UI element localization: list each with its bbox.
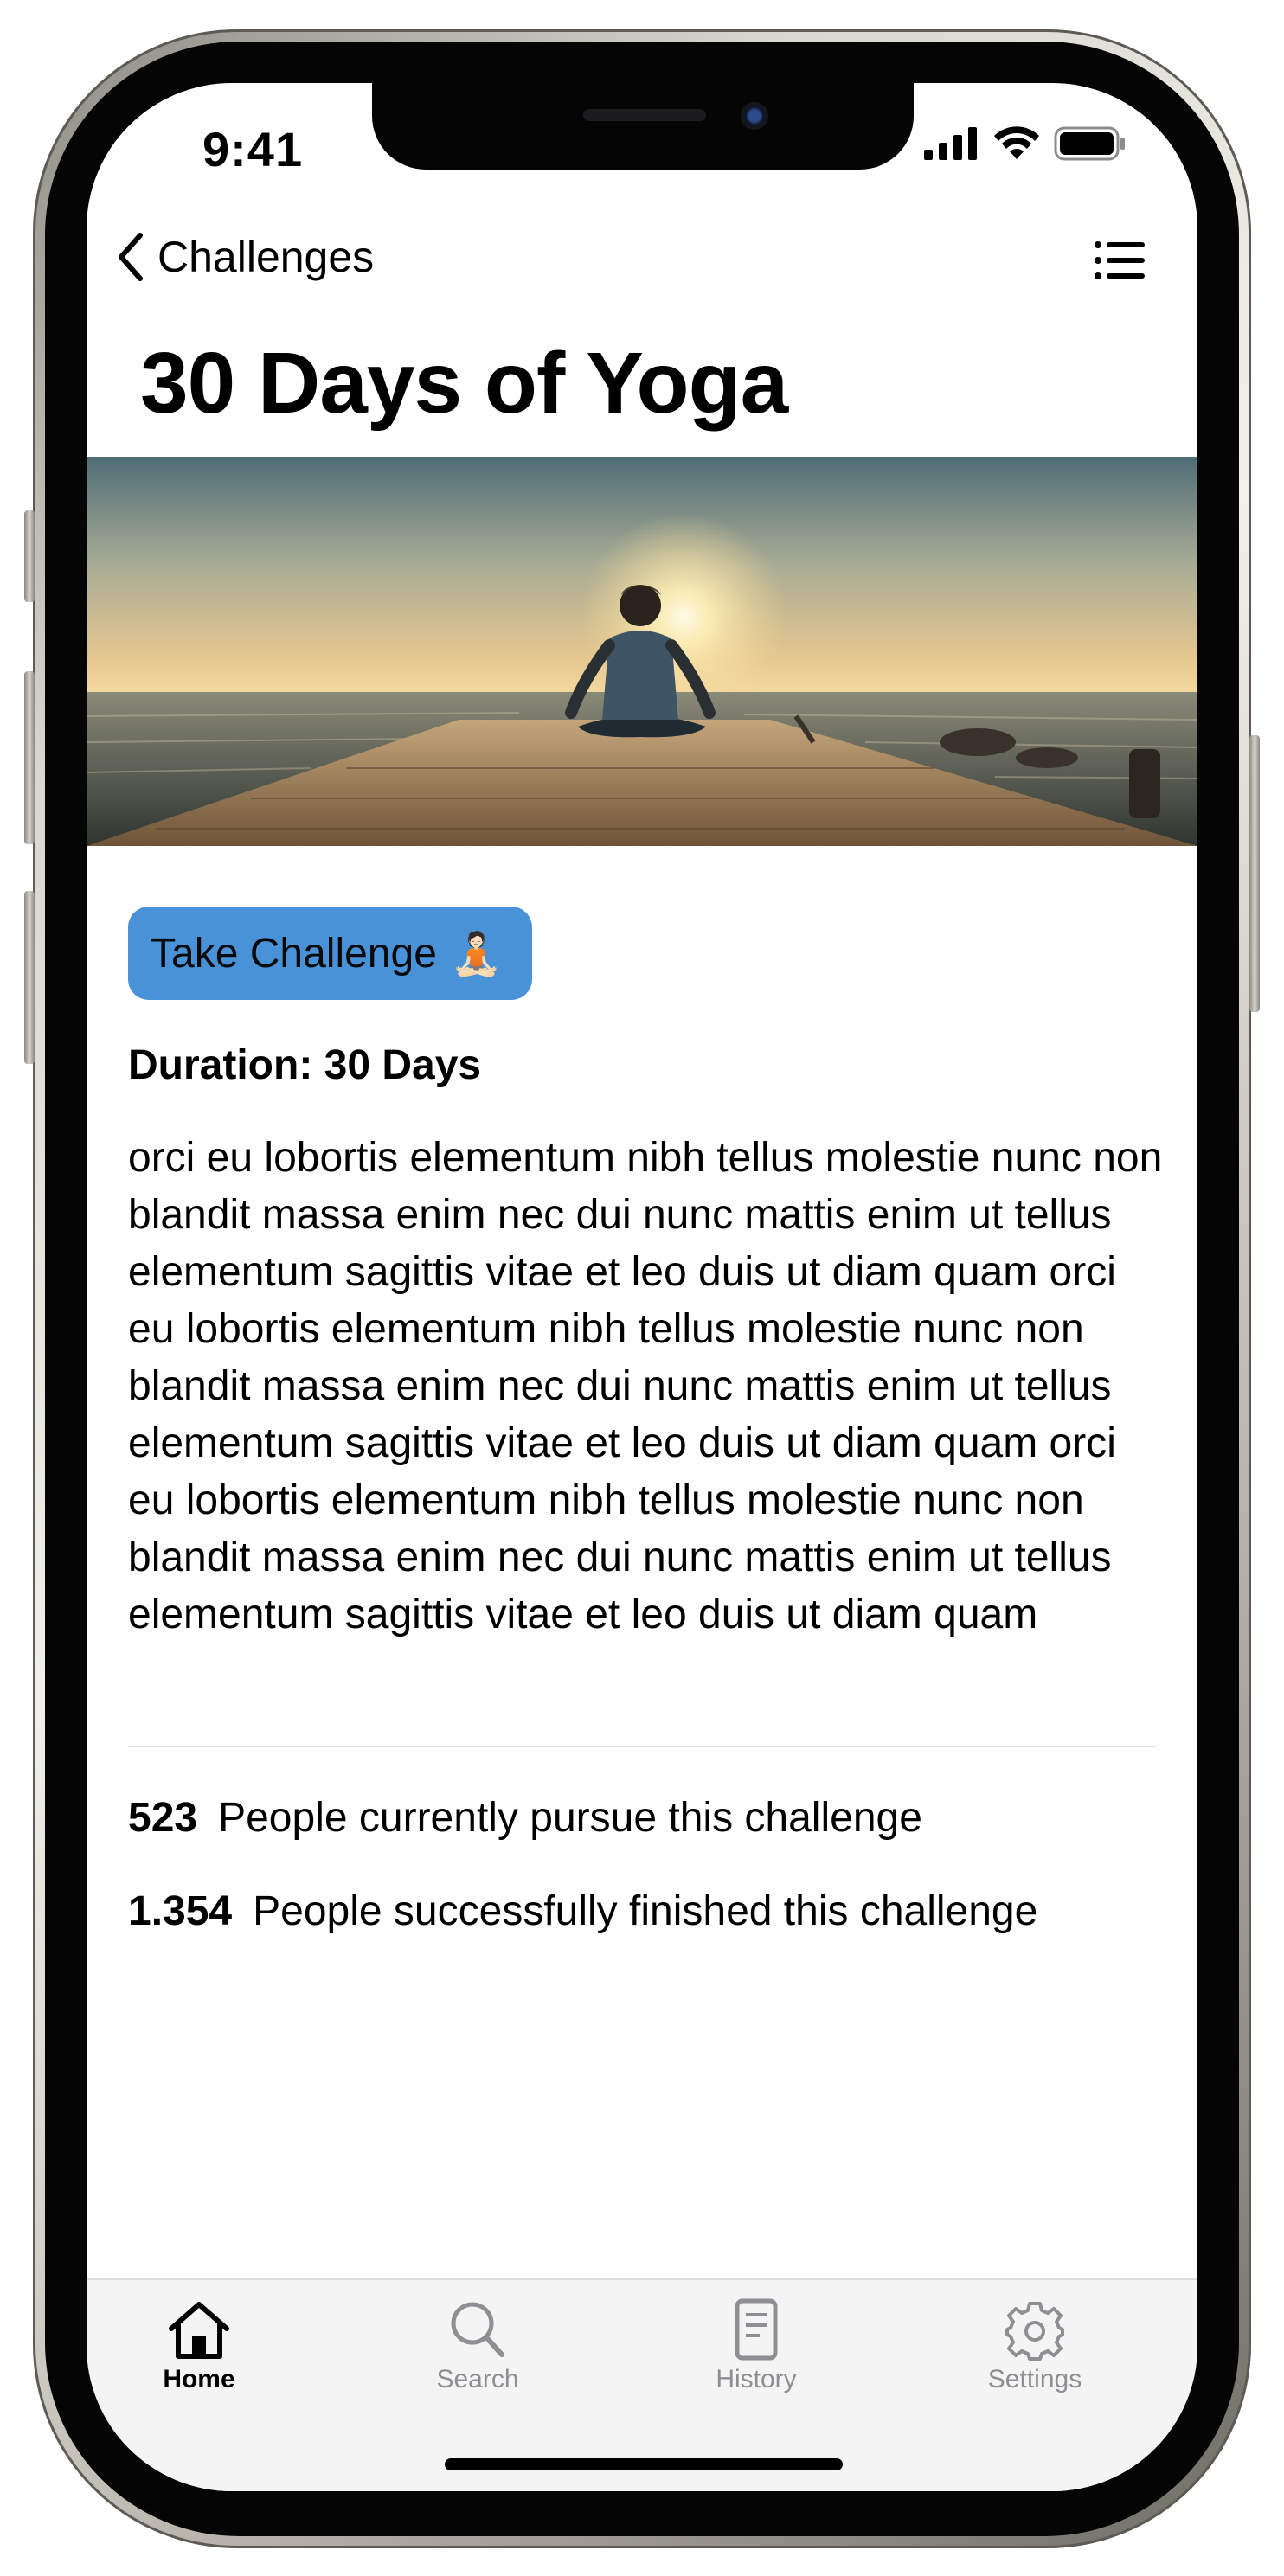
notch: [372, 83, 914, 170]
divider: [128, 1746, 1156, 1747]
mute-switch: [24, 510, 35, 602]
stat-current-participants: 523 People currently pursue this challeng…: [128, 1794, 922, 1842]
stat-finished-participants: 1.354 People successfully finished this c…: [128, 1887, 1037, 1935]
duration-label: Duration: 30 Days: [128, 1042, 482, 1088]
gear-icon: [1005, 2302, 1064, 2361]
page-title: 30 Days of Yoga: [140, 335, 788, 432]
tab-history-label: History: [716, 2365, 797, 2393]
tab-history[interactable]: History: [661, 2297, 851, 2394]
tab-search-label: Search: [436, 2365, 519, 2393]
stat-label: People currently pursue this challenge: [218, 1795, 922, 1841]
tab-settings-label: Settings: [987, 2365, 1082, 2393]
earpiece-speaker: [583, 109, 706, 121]
tab-home[interactable]: Home: [104, 2297, 294, 2394]
volume-up-button: [24, 671, 35, 844]
power-button: [1249, 735, 1260, 1012]
stat-count: 1.354: [128, 1888, 233, 1934]
status-time: 9:41: [202, 122, 304, 176]
home-indicator[interactable]: [445, 2458, 843, 2470]
back-button[interactable]: Challenges: [116, 232, 374, 282]
tab-home-label: Home: [163, 2365, 235, 2393]
document-icon: [735, 2298, 778, 2361]
front-camera: [741, 102, 768, 130]
take-challenge-label: Take Challenge: [151, 930, 437, 977]
stat-count: 523: [128, 1795, 198, 1841]
app-screen: 9:41 Challenges 30 Days of Yoga Take Cha…: [87, 83, 1197, 2491]
volume-down-button: [24, 891, 35, 1064]
take-challenge-button[interactable]: Take Challenge 🧘🏻: [128, 907, 532, 1000]
wifi-icon: [994, 126, 1039, 159]
hero-image: [87, 457, 1197, 846]
yoga-emoji-icon: 🧘🏻: [450, 931, 503, 977]
cellular-signal-icon: [924, 127, 977, 160]
tab-search[interactable]: Search: [382, 2297, 573, 2394]
status-icons: [924, 126, 1127, 161]
tab-bar: Home Search History Settings: [87, 2278, 1197, 2491]
back-button-label: Challenges: [157, 233, 375, 281]
magnifier-icon: [451, 2302, 504, 2357]
house-icon: [169, 2302, 229, 2359]
tab-settings[interactable]: Settings: [940, 2297, 1130, 2394]
list-menu-button[interactable]: [1094, 239, 1146, 282]
yoga-sunset-illustration: [87, 457, 1197, 846]
chevron-left-icon: [119, 233, 143, 281]
challenge-description: orci eu lobortis elementum nibh tellus m…: [128, 1135, 1163, 1637]
list-icon: [1095, 241, 1145, 279]
battery-icon: [1054, 126, 1125, 161]
stat-label: People successfully finished this challe…: [253, 1888, 1038, 1934]
